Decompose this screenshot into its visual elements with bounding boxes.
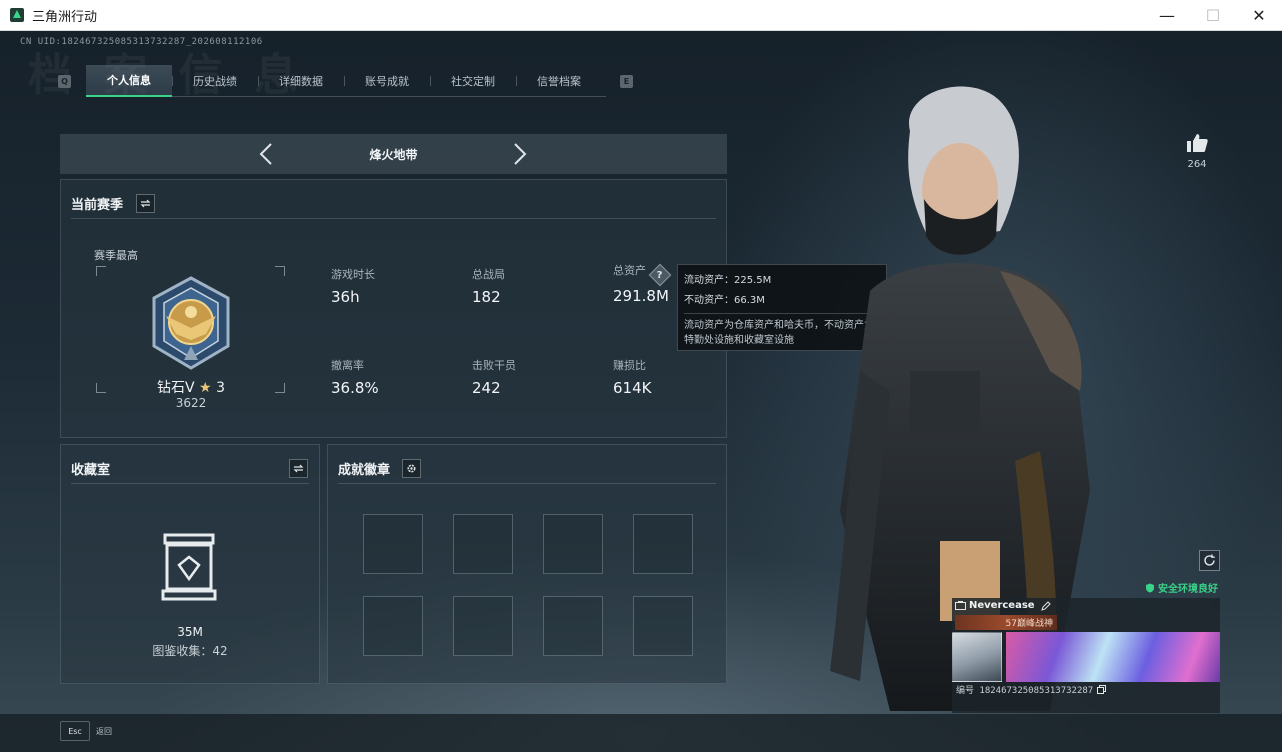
environment-status: 安全环境良好 — [1120, 580, 1218, 595]
frame-corner — [96, 266, 106, 276]
player-id: 编号 182467325085313732287 — [956, 683, 1107, 696]
window-controls: — ☐ ✕ — [1144, 0, 1282, 31]
player-title-badge: 57巅峰战神 — [955, 615, 1057, 630]
thumbs-up-icon — [1187, 134, 1208, 152]
next-mode-button[interactable] — [508, 142, 532, 166]
frame-corner — [96, 383, 106, 393]
back-button[interactable]: Esc 返回 — [60, 721, 112, 741]
back-label: 返回 — [96, 726, 112, 736]
stat-operators-defeated: 击败干员 242 — [472, 359, 516, 397]
badge-slot[interactable] — [453, 596, 513, 656]
minimize-button[interactable]: — — [1144, 0, 1190, 31]
prev-mode-button[interactable] — [254, 142, 278, 166]
collection-value: 35M — [177, 625, 203, 639]
achievements-settings-button[interactable] — [402, 459, 421, 478]
edit-pencil-icon[interactable] — [1040, 600, 1051, 611]
uid-label: CN UID:182467325085313732287_20260811210… — [20, 37, 263, 47]
badge-slot[interactable] — [453, 514, 513, 574]
player-card[interactable]: Nevercease 57巅峰战神 编号 1824673250853137322… — [952, 598, 1220, 713]
achievement-badges-panel: 成就徽章 — [327, 444, 727, 684]
profile-tabs: 个人信息 历史战绩 详细数据 账号成就 社交定制 信誉档案 — [86, 64, 606, 97]
frame-corner — [275, 266, 285, 276]
season-title: 当前赛季 — [71, 198, 124, 213]
likes-count: 264 — [1187, 159, 1207, 170]
avatar[interactable] — [952, 632, 1002, 682]
game-viewport: 档 案 信 息 CN UID:182467325085313732287_202… — [0, 31, 1282, 752]
gear-icon — [407, 464, 416, 473]
rank-score: 3622 — [175, 396, 207, 410]
stat-total-assets: 总资产? 291.8M — [613, 262, 672, 305]
collection-switch-button[interactable] — [289, 459, 308, 478]
stat-extraction-rate: 撤离率 36.8% — [331, 359, 379, 397]
chevron-right-icon — [514, 143, 527, 165]
copy-icon[interactable] — [1097, 685, 1107, 694]
current-season-panel: 当前赛季 赛季最高 钻石V ★ 3 3622 游戏时长 36h 总战局 182 … — [60, 179, 727, 438]
player-banner — [1006, 632, 1220, 682]
rank-name: 钻石V ★ 3 — [157, 380, 225, 396]
close-button[interactable]: ✕ — [1236, 0, 1282, 31]
rank-star-icon: ★ — [199, 380, 212, 396]
swap-icon — [140, 199, 151, 208]
tab-prev-key-hint: Q — [58, 75, 71, 88]
refresh-icon — [1204, 554, 1215, 566]
window-titlebar: 三角洲行动 — ☐ ✕ — [0, 0, 1282, 31]
season-switch-button[interactable] — [136, 194, 155, 213]
id-card-icon — [955, 601, 966, 610]
tab-detailed-data[interactable]: 详细数据 — [258, 65, 344, 97]
mode-title: 烽火地带 — [369, 147, 418, 162]
window-title: 三角洲行动 — [32, 9, 98, 25]
collection-count: 图鉴收集：42 — [152, 644, 228, 658]
badge-slot[interactable] — [363, 596, 423, 656]
bottom-bar — [0, 714, 1282, 752]
mode-selector: 烽火地带 — [60, 134, 727, 174]
season-highest-label: 赛季最高 — [94, 249, 138, 262]
diamond-rank-emblem-icon — [152, 276, 230, 370]
app-logo-icon — [10, 8, 24, 22]
badge-slot[interactable] — [633, 514, 693, 574]
swap-icon — [293, 464, 304, 473]
shield-icon — [1145, 583, 1154, 593]
maximize-button[interactable]: ☐ — [1190, 0, 1236, 31]
tab-social-custom[interactable]: 社交定制 — [430, 65, 516, 97]
stat-play-time: 游戏时长 36h — [331, 268, 375, 306]
collection-title: 收藏室 — [71, 463, 111, 478]
achievements-divider — [338, 483, 716, 484]
chevron-left-icon — [259, 143, 272, 165]
stat-total-matches: 总战局 182 — [472, 268, 505, 306]
likes-widget[interactable]: 264 — [1183, 133, 1211, 170]
display-case-icon — [161, 533, 217, 601]
stat-profit-loss-ratio: 赚损比 614K — [613, 359, 652, 397]
player-name: Nevercease — [969, 600, 1035, 611]
tab-credit-profile[interactable]: 信誉档案 — [516, 65, 602, 97]
tab-personal-info[interactable]: 个人信息 — [86, 64, 172, 97]
tab-next-key-hint: E — [620, 75, 633, 88]
season-divider — [71, 218, 716, 219]
player-name-row: Nevercease — [955, 600, 1051, 611]
refresh-button[interactable] — [1199, 550, 1220, 571]
tab-account-achievements[interactable]: 账号成就 — [344, 65, 430, 97]
esc-key-hint: Esc — [60, 721, 90, 741]
collection-room-panel[interactable]: 收藏室 35M 图鉴收集：42 — [60, 444, 320, 684]
help-icon[interactable]: ? — [648, 263, 672, 286]
badge-slot[interactable] — [543, 514, 603, 574]
achievements-title: 成就徽章 — [338, 463, 391, 478]
tab-history-record[interactable]: 历史战绩 — [172, 65, 258, 97]
collection-divider — [71, 483, 309, 484]
badge-slot[interactable] — [543, 596, 603, 656]
badge-slot[interactable] — [633, 596, 693, 656]
frame-corner — [275, 383, 285, 393]
badge-slot[interactable] — [363, 514, 423, 574]
